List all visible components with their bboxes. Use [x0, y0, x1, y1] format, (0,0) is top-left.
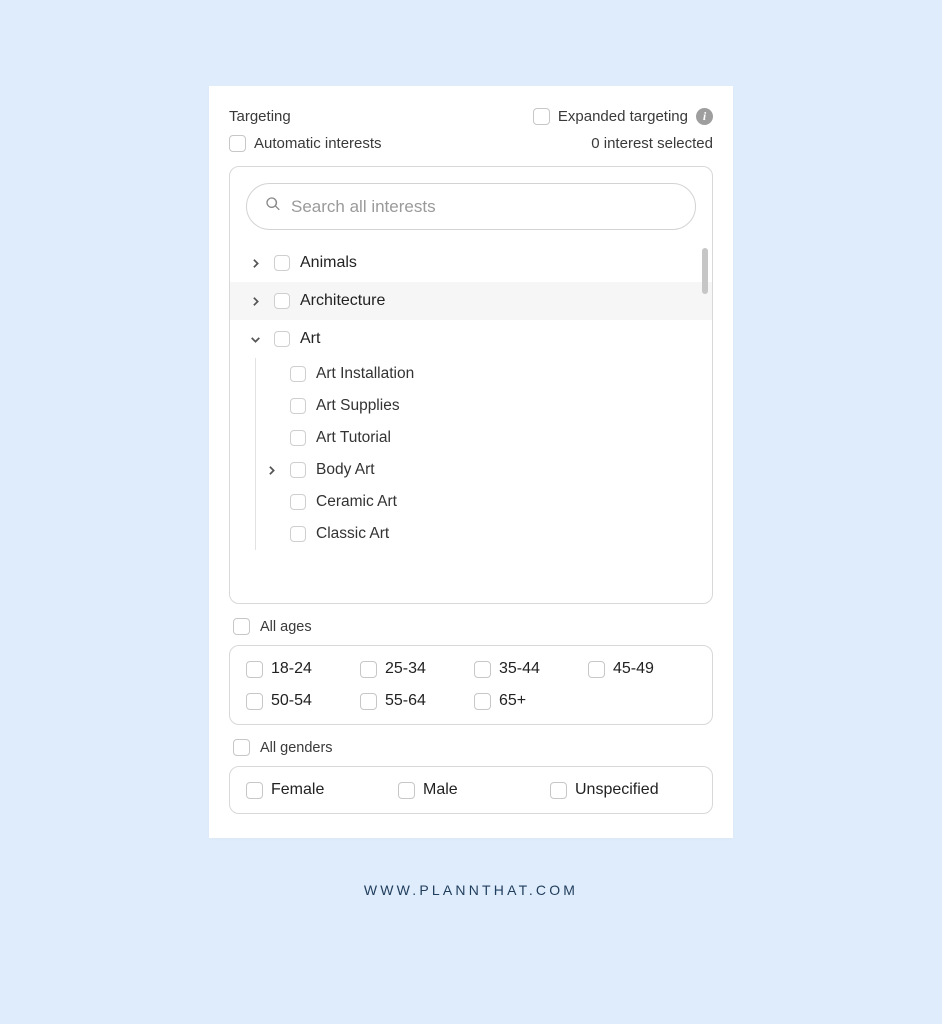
tree-checkbox[interactable]	[274, 255, 290, 271]
all-genders-checkbox[interactable]	[233, 739, 250, 756]
age-option-65plus[interactable]: 65+	[474, 692, 582, 710]
auto-interests-checkbox[interactable]	[229, 135, 246, 152]
age-option-25-34[interactable]: 25-34	[360, 660, 468, 678]
tree-item-art-supplies[interactable]: Art Supplies	[256, 390, 712, 422]
header-row: Targeting Expanded targeting i	[229, 108, 713, 125]
search-field[interactable]	[246, 183, 696, 230]
checkbox[interactable]	[550, 782, 567, 799]
gender-options: Female Male Unspecified	[229, 766, 713, 814]
chevron-down-icon[interactable]	[246, 333, 264, 346]
tree-item-art-installation[interactable]: Art Installation	[256, 358, 712, 390]
tree-checkbox[interactable]	[274, 293, 290, 309]
tree-item-classic-art[interactable]: Classic Art	[256, 518, 712, 550]
tree-item-animals[interactable]: Animals	[230, 244, 712, 282]
gender-option-female[interactable]: Female	[246, 781, 392, 799]
interests-box: Animals Architecture Art	[229, 166, 713, 604]
tree-label: Body Art	[316, 461, 375, 479]
all-ages-checkbox[interactable]	[233, 618, 250, 635]
checkbox[interactable]	[588, 661, 605, 678]
info-icon[interactable]: i	[696, 108, 713, 125]
checkbox[interactable]	[360, 693, 377, 710]
age-option-50-54[interactable]: 50-54	[246, 692, 354, 710]
all-genders-group: All genders	[229, 725, 713, 766]
gender-option-male[interactable]: Male	[398, 781, 544, 799]
search-icon	[265, 196, 281, 217]
checkbox[interactable]	[474, 661, 491, 678]
interests-tree: Animals Architecture Art	[230, 244, 712, 596]
tree-item-art-tutorial[interactable]: Art Tutorial	[256, 422, 712, 454]
tree-label: Art Installation	[316, 365, 414, 383]
checkbox[interactable]	[246, 661, 263, 678]
auto-interests-label: Automatic interests	[254, 135, 382, 152]
age-option-35-44[interactable]: 35-44	[474, 660, 582, 678]
chevron-right-icon[interactable]	[246, 295, 264, 308]
tree-checkbox[interactable]	[290, 398, 306, 414]
tree-item-body-art[interactable]: Body Art	[256, 454, 712, 486]
sub-header-row: Automatic interests 0 interest selected	[229, 135, 713, 152]
tree-label: Animals	[300, 254, 357, 272]
chevron-right-icon[interactable]	[246, 257, 264, 270]
tree-checkbox[interactable]	[290, 462, 306, 478]
checkbox[interactable]	[474, 693, 491, 710]
tree-children-art: Art Installation Art Supplies Art Tutori…	[255, 358, 712, 550]
targeting-panel: Targeting Expanded targeting i Automatic…	[209, 86, 733, 838]
tree-label: Art	[300, 330, 320, 348]
expanded-targeting-label: Expanded targeting	[558, 108, 688, 125]
search-input[interactable]	[291, 197, 677, 217]
tree-item-architecture[interactable]: Architecture	[230, 282, 712, 320]
all-genders-label: All genders	[260, 740, 333, 756]
checkbox[interactable]	[246, 693, 263, 710]
tree-checkbox[interactable]	[290, 526, 306, 542]
chevron-right-icon[interactable]	[262, 464, 280, 477]
expanded-targeting-checkbox[interactable]	[533, 108, 550, 125]
tree-label: Art Tutorial	[316, 429, 391, 447]
ages-options: 18-24 25-34 35-44 45-49 50-54 55-64 65+	[229, 645, 713, 725]
tree-checkbox[interactable]	[290, 494, 306, 510]
all-ages-group: All ages	[229, 604, 713, 645]
footer-link[interactable]: WWW.PLANNTHAT.COM	[364, 882, 578, 898]
tree-item-art[interactable]: Art	[230, 320, 712, 358]
age-option-18-24[interactable]: 18-24	[246, 660, 354, 678]
tree-label: Architecture	[300, 292, 385, 310]
checkbox[interactable]	[246, 782, 263, 799]
selected-count: 0 interest selected	[591, 135, 713, 152]
tree-label: Art Supplies	[316, 397, 400, 415]
expanded-targeting-group: Expanded targeting i	[533, 108, 713, 125]
panel-title: Targeting	[229, 108, 291, 125]
gender-option-unspecified[interactable]: Unspecified	[550, 781, 696, 799]
scrollbar-thumb[interactable]	[702, 248, 708, 294]
tree-checkbox[interactable]	[274, 331, 290, 347]
age-option-45-49[interactable]: 45-49	[588, 660, 696, 678]
checkbox[interactable]	[360, 661, 377, 678]
checkbox[interactable]	[398, 782, 415, 799]
age-option-55-64[interactable]: 55-64	[360, 692, 468, 710]
auto-interests-group: Automatic interests	[229, 135, 382, 152]
tree-label: Ceramic Art	[316, 493, 397, 511]
tree-checkbox[interactable]	[290, 366, 306, 382]
tree-checkbox[interactable]	[290, 430, 306, 446]
tree-item-ceramic-art[interactable]: Ceramic Art	[256, 486, 712, 518]
tree-label: Classic Art	[316, 525, 389, 543]
all-ages-label: All ages	[260, 619, 312, 635]
